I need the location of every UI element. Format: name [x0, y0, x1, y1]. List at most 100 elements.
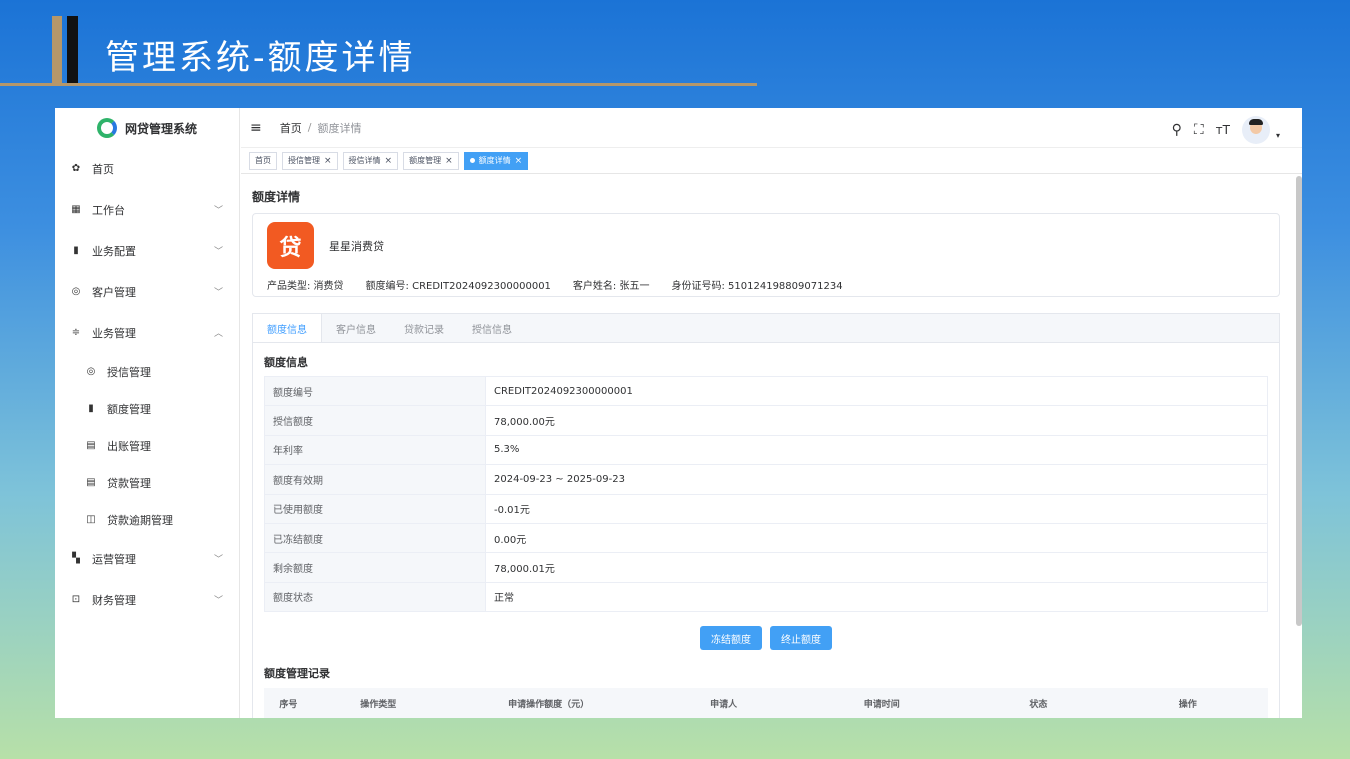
sidebar-subitem-overdue[interactable]: ◫ 贷款逾期管理	[55, 501, 239, 538]
detail-row: 已使用额度 -0.01元	[264, 493, 1268, 524]
chevron-icon: ﹀	[213, 596, 223, 606]
records-column-header: 状态	[1029, 699, 1048, 710]
detail-row: 额度有效期 2024-09-23 ~ 2025-09-23	[264, 464, 1268, 495]
detail-row: 额度编号 CREDIT2024092300000001	[264, 375, 1268, 407]
detail-label: 已使用额度	[264, 493, 486, 524]
brand-name: 网贷管理系统	[124, 121, 197, 136]
tab-loan-records[interactable]: 贷款记录	[390, 314, 458, 342]
main-area: ≡ 首页 / 额度详情 ⚲ ⛶ тT ▾ 首页 授信管理 × 授信详情 × 额度管理 × 额度…	[241, 108, 1302, 718]
close-icon[interactable]: ×	[515, 156, 523, 166]
freeze-credit-button[interactable]: 冻结额度	[700, 626, 762, 651]
chevron-icon: ︿	[213, 329, 223, 339]
detail-value: 78,000.00元	[485, 405, 1268, 436]
navbar: ≡ 首页 / 额度详情 ⚲ ⛶ тT ▾	[241, 108, 1302, 148]
tag-label: 额度详情	[478, 156, 511, 165]
active-dot-icon	[469, 158, 475, 163]
records-column-header: 申请操作额度（元）	[508, 699, 590, 710]
page-title: 额度详情	[252, 190, 301, 204]
menu-label: 贷款逾期管理	[107, 513, 173, 527]
page-content: 额度详情 贷 星星消费贷 产品类型: 消费贷 额度编号: CREDIT20240…	[241, 176, 1292, 718]
id-number: 身份证号码: 510124198809071234	[671, 281, 843, 292]
records-column-header: 申请人	[710, 699, 738, 710]
sidebar-item-finance[interactable]: ⊡ 财务管理 ﹀	[55, 579, 239, 620]
fullscreen-icon[interactable]: ⛶	[1194, 122, 1204, 138]
sidebar-subitem-loan[interactable]: ▤ 贷款管理	[55, 464, 239, 501]
product-card: 贷 星星消费贷 产品类型: 消费贷 额度编号: CREDIT2024092300…	[252, 213, 1280, 297]
breadcrumb-current: 额度详情	[317, 121, 362, 135]
detail-label: 授信额度	[264, 405, 486, 436]
slide-title: 管理系统-额度详情	[105, 38, 416, 78]
product-name: 星星消费贷	[329, 240, 384, 253]
menu-label: 贷款管理	[107, 476, 151, 490]
detail-tabs: 额度信息 客户信息 贷款记录 授信信息 额度信息 额度编号 CREDIT20240…	[252, 313, 1280, 718]
sidebar-subitem-authorization[interactable]: ◎ 授信管理	[55, 353, 239, 390]
sidebar-item-operations[interactable]: ▚ 运营管理 ﹀	[55, 538, 239, 579]
records-column-header: 操作	[1178, 699, 1197, 710]
detail-row: 额度状态 正常	[264, 581, 1268, 613]
tag-label: 首页	[255, 156, 271, 165]
detail-value: -0.01元	[485, 493, 1268, 524]
tab-authorization-info[interactable]: 授信信息	[458, 314, 526, 342]
caret-down-icon[interactable]: ▾	[1276, 131, 1280, 140]
menu-label: 业务管理	[92, 326, 136, 340]
close-icon[interactable]: ×	[445, 156, 453, 166]
tab-credit-info[interactable]: 额度信息	[253, 314, 322, 342]
menu-label: 出账管理	[107, 439, 151, 453]
scrollbar[interactable]	[1296, 176, 1302, 626]
chevron-icon: ﹀	[213, 555, 223, 565]
records-column-header: 操作类型	[360, 699, 397, 710]
slide-divider	[0, 83, 757, 86]
tag-item[interactable]: 授信管理 ×	[282, 151, 338, 170]
detail-label: 额度编号	[264, 375, 486, 407]
slide-black-bar	[67, 16, 78, 84]
slide-gold-bar	[52, 16, 62, 84]
tag-item[interactable]: 额度管理 ×	[403, 151, 459, 170]
menu-label: 授信管理	[107, 365, 151, 379]
brand[interactable]: 网贷管理系统	[55, 108, 239, 148]
detail-label: 年利率	[264, 434, 486, 466]
product-type: 产品类型: 消费贷	[267, 281, 344, 292]
lifebuoy-icon: ◎	[86, 366, 96, 377]
chevron-icon: ﹀	[213, 288, 223, 298]
dashboard-icon: ✿	[71, 163, 81, 174]
tag-item[interactable]: 首页	[249, 151, 277, 170]
breadcrumb-separator: /	[307, 121, 312, 134]
section-title: 额度信息	[264, 356, 308, 369]
menu-label: 客户管理	[92, 285, 136, 299]
copy-icon: ▚	[72, 553, 80, 564]
tab-customer-info[interactable]: 客户信息	[322, 314, 390, 342]
open-book-icon: ◫	[86, 514, 96, 525]
detail-row: 已冻结额度 0.00元	[264, 522, 1268, 554]
sidebar-item-workbench[interactable]: ▦ 工作台 ﹀	[55, 189, 239, 230]
detail-value: 正常	[485, 581, 1268, 613]
records-title: 额度管理记录	[264, 667, 330, 681]
close-icon[interactable]: ×	[324, 156, 332, 166]
detail-value: CREDIT2024092300000001	[485, 375, 1268, 407]
avatar[interactable]	[1241, 116, 1270, 144]
records-table-header: 序号 操作类型 申请操作额度（元） 申请人 申请时间 状态 操作	[264, 688, 1268, 718]
credit-number: 额度编号: CREDIT2024092300000001	[365, 281, 551, 292]
monitor-icon: ⊡	[71, 594, 81, 605]
records-column-header: 申请时间	[863, 699, 900, 710]
search-icon[interactable]: ⚲	[1172, 122, 1182, 138]
sidebar-item-customer-management[interactable]: ◎ 客户管理 ﹀	[55, 271, 239, 312]
close-icon[interactable]: ×	[385, 156, 393, 166]
tag-item[interactable]: 授信详情 ×	[342, 151, 399, 170]
menu-label: 额度管理	[107, 402, 151, 416]
terminate-credit-button[interactable]: 终止额度	[770, 626, 832, 651]
sidebar-item-business-config[interactable]: ▮ 业务配置 ﹀	[55, 230, 239, 271]
logo-icon	[96, 118, 117, 138]
grid-icon: ▦	[71, 204, 81, 215]
credit-details-table: 额度编号 CREDIT2024092300000001 授信额度 78,000.00元…	[264, 375, 1268, 613]
font-size-icon[interactable]: тT	[1216, 123, 1230, 137]
book-icon: ▮	[73, 245, 79, 256]
sidebar-item-home[interactable]: ✿ 首页	[55, 148, 239, 189]
tag-item[interactable]: 额度详情 ×	[463, 151, 529, 170]
sidebar-subitem-disbursement[interactable]: ▤ 出账管理	[55, 427, 239, 464]
breadcrumb-home[interactable]: 首页	[280, 120, 302, 136]
hamburger-icon[interactable]: ≡	[250, 120, 262, 136]
chevron-icon: ﹀	[213, 247, 223, 257]
tag-label: 额度管理	[409, 156, 442, 165]
sidebar-item-business-management[interactable]: ≑ 业务管理 ︿	[55, 312, 239, 353]
sidebar-subitem-credit[interactable]: ▮ 额度管理	[55, 390, 239, 427]
